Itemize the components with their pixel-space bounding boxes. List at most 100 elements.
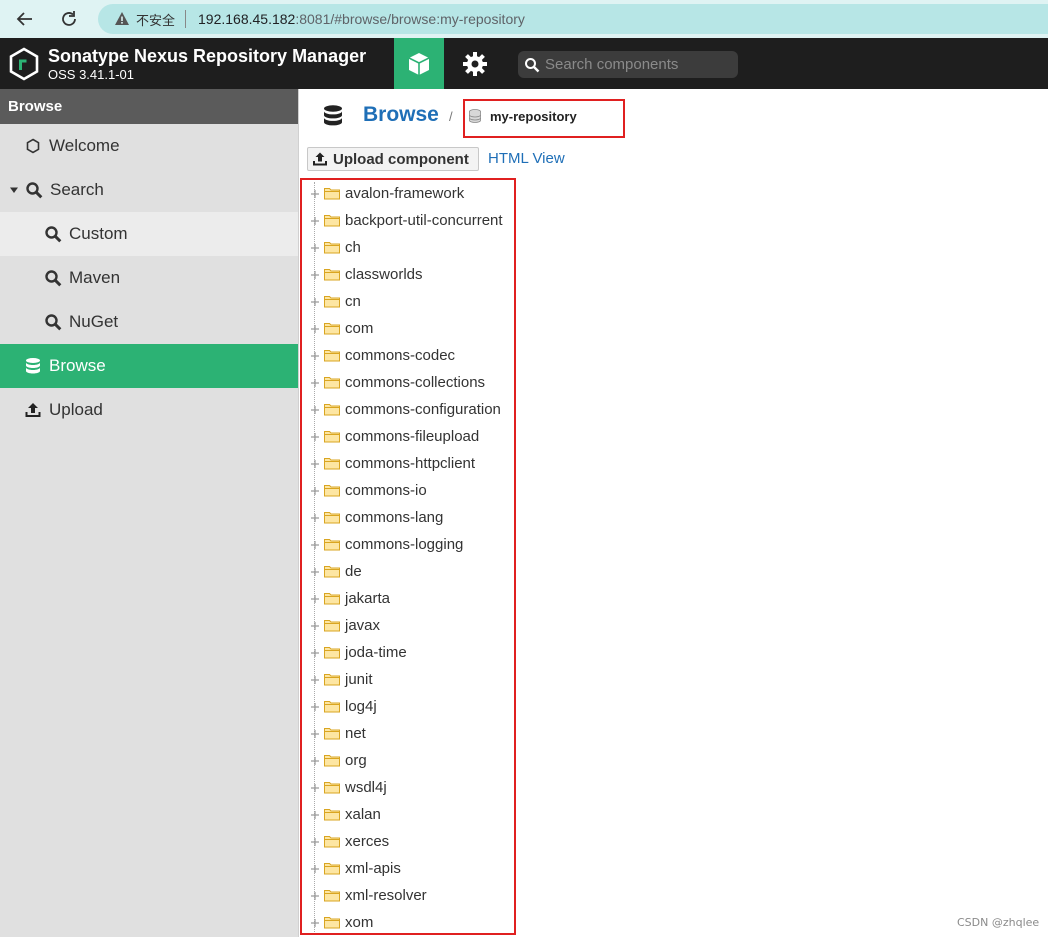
expand-plus-icon[interactable]: [310, 486, 320, 496]
tree-node-label: xml-resolver: [345, 887, 427, 904]
expand-plus-icon[interactable]: [310, 567, 320, 577]
expand-plus-icon[interactable]: [310, 324, 320, 334]
tree-node[interactable]: commons-io: [310, 477, 427, 504]
admin-mode-button[interactable]: [452, 38, 498, 89]
tree-node-label: com: [345, 320, 374, 337]
back-button[interactable]: [12, 6, 38, 32]
expand-plus-icon[interactable]: [310, 729, 320, 739]
expand-plus-icon[interactable]: [310, 216, 320, 226]
expand-plus-icon[interactable]: [310, 648, 320, 658]
html-view-link[interactable]: HTML View: [488, 150, 565, 167]
folder-icon: [324, 188, 340, 200]
tree-node[interactable]: commons-lang: [310, 504, 443, 531]
expand-plus-icon[interactable]: [310, 189, 320, 199]
tree-node[interactable]: org: [310, 747, 367, 774]
reload-button[interactable]: [56, 6, 82, 32]
upload-component-button[interactable]: Upload component: [307, 147, 479, 171]
tree-node[interactable]: ch: [310, 234, 361, 261]
expand-plus-icon[interactable]: [310, 351, 320, 361]
tree-node[interactable]: xml-apis: [310, 855, 401, 882]
tree-node[interactable]: xml-resolver: [310, 882, 427, 909]
expand-plus-icon[interactable]: [310, 621, 320, 631]
tree-node[interactable]: net: [310, 720, 366, 747]
security-label: 不安全: [136, 13, 176, 29]
tree-node-label: javax: [345, 617, 381, 634]
folder-icon: [324, 458, 340, 470]
app-version: OSS 3.41.1-01: [48, 67, 134, 82]
tree-node-label: net: [345, 725, 366, 742]
expand-plus-icon[interactable]: [310, 405, 320, 415]
tree-node[interactable]: joda-time: [310, 639, 407, 666]
tree-node[interactable]: commons-codec: [310, 342, 455, 369]
expand-plus-icon[interactable]: [310, 297, 320, 307]
address-bar[interactable]: 不安全 192.168.45.182:8081/#browse/browse:m…: [98, 4, 1048, 34]
tree-node-label: xom: [345, 914, 374, 931]
folder-icon: [324, 215, 340, 227]
expand-plus-icon[interactable]: [310, 540, 320, 550]
expand-plus-icon[interactable]: [310, 513, 320, 523]
expand-plus-icon[interactable]: [310, 243, 320, 253]
sidebar-item-custom[interactable]: Custom: [0, 212, 298, 256]
tree-node[interactable]: xalan: [310, 801, 381, 828]
expand-plus-icon[interactable]: [310, 270, 320, 280]
search-icon: [24, 180, 44, 200]
tree-node[interactable]: xerces: [310, 828, 389, 855]
sidebar-item-label: NuGet: [69, 312, 119, 331]
tree-node[interactable]: cn: [310, 288, 361, 315]
tree-node-label: commons-logging: [345, 536, 464, 553]
tree-node[interactable]: xom: [310, 909, 373, 936]
sidebar-item-welcome[interactable]: Welcome: [0, 124, 298, 168]
tree-node-label: commons-lang: [345, 509, 444, 526]
tree-node[interactable]: classworlds: [310, 261, 423, 288]
tree-node[interactable]: avalon-framework: [310, 180, 464, 207]
tree-node[interactable]: backport-util-concurrent: [310, 207, 503, 234]
tree-node[interactable]: commons-fileupload: [310, 423, 479, 450]
folder-icon: [324, 404, 340, 416]
expand-plus-icon[interactable]: [310, 783, 320, 793]
expand-plus-icon[interactable]: [310, 756, 320, 766]
tree-node[interactable]: junit: [310, 666, 373, 693]
tree-node[interactable]: wsdl4j: [310, 774, 387, 801]
search-input[interactable]: [545, 56, 735, 73]
folder-icon: [324, 593, 340, 605]
expand-plus-icon[interactable]: [310, 378, 320, 388]
tree-node[interactable]: commons-collections: [310, 369, 485, 396]
sidebar-item-upload[interactable]: Upload: [0, 388, 298, 432]
tree-node-label: commons-fileupload: [345, 428, 480, 445]
sidebar-item-maven[interactable]: Maven: [0, 256, 298, 300]
folder-icon: [324, 431, 340, 443]
folder-icon: [324, 539, 340, 551]
expand-plus-icon[interactable]: [310, 918, 320, 928]
expand-plus-icon[interactable]: [310, 837, 320, 847]
tree-node[interactable]: commons-httpclient: [310, 450, 475, 477]
breadcrumb-browse-link[interactable]: Browse: [363, 103, 439, 127]
sidebar-item-nuget[interactable]: NuGet: [0, 300, 298, 344]
tree-node[interactable]: de: [310, 558, 362, 585]
tree-node[interactable]: log4j: [310, 693, 377, 720]
component-search[interactable]: [518, 51, 738, 78]
sidebar-item-search[interactable]: Search: [0, 168, 298, 212]
expand-plus-icon[interactable]: [310, 702, 320, 712]
search-icon: [525, 57, 540, 72]
expand-plus-icon[interactable]: [310, 675, 320, 685]
tree-node[interactable]: commons-logging: [310, 531, 463, 558]
expand-plus-icon[interactable]: [310, 891, 320, 901]
expand-plus-icon[interactable]: [310, 810, 320, 820]
expand-plus-icon[interactable]: [310, 594, 320, 604]
tree-node[interactable]: javax: [310, 612, 380, 639]
browse-mode-button[interactable]: [394, 38, 444, 89]
tree-node[interactable]: commons-configuration: [310, 396, 501, 423]
expand-plus-icon[interactable]: [310, 864, 320, 874]
expand-plus-icon[interactable]: [310, 432, 320, 442]
folder-icon: [324, 350, 340, 362]
tree-node-label: joda-time: [345, 644, 407, 661]
tree-node-label: jakarta: [345, 590, 391, 607]
tree-node[interactable]: com: [310, 315, 373, 342]
tree-node-label: ch: [345, 239, 361, 256]
reload-icon: [62, 11, 76, 26]
tree-node[interactable]: jakarta: [310, 585, 390, 612]
folder-icon: [324, 269, 340, 281]
expand-plus-icon[interactable]: [310, 459, 320, 469]
tree-node-label: classworlds: [345, 266, 423, 283]
sidebar-item-browse[interactable]: Browse: [0, 344, 298, 388]
